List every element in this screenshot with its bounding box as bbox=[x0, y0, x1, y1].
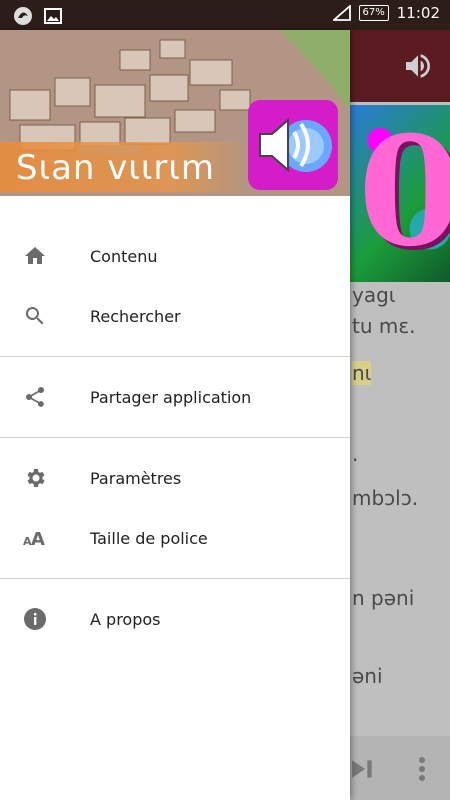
drawer-menu: Contenu Rechercher Partager application … bbox=[0, 226, 350, 649]
menu-item-parametres[interactable]: Paramètres bbox=[0, 448, 350, 508]
battery-indicator: 67% bbox=[358, 5, 389, 21]
info-icon bbox=[22, 606, 48, 632]
menu-item-label: Taille de police bbox=[90, 528, 208, 548]
background-bottom-bar bbox=[350, 736, 450, 800]
navigation-drawer: Sɩan vɩɩrɩm Contenu Rechercher Partager … bbox=[0, 30, 350, 800]
menu-item-taille-police[interactable]: A A Taille de police bbox=[0, 508, 350, 568]
speaker-icon[interactable] bbox=[402, 50, 434, 82]
menu-item-a-propos[interactable]: A propos bbox=[0, 589, 350, 649]
menu-divider bbox=[0, 578, 350, 579]
background-text-line: n pəni bbox=[352, 586, 415, 610]
menu-item-label: Paramètres bbox=[90, 468, 182, 488]
background-text-line: mbɔlɔ. bbox=[352, 486, 419, 510]
menu-item-partager[interactable]: Partager application bbox=[0, 367, 350, 427]
background-text-line: tu mɛ. bbox=[352, 314, 416, 338]
status-bar: 67% 11:02 bbox=[0, 0, 450, 30]
more-vert-icon[interactable] bbox=[418, 756, 426, 782]
background-text-line: nɩ bbox=[352, 361, 372, 385]
menu-divider bbox=[0, 437, 350, 438]
menu-item-label: Contenu bbox=[90, 246, 158, 266]
background-text-line: əni bbox=[352, 664, 383, 688]
drawer-header: Sɩan vɩɩrɩm bbox=[0, 30, 350, 196]
menu-divider bbox=[0, 356, 350, 357]
menu-item-rechercher[interactable]: Rechercher bbox=[0, 286, 350, 346]
menu-item-label: Partager application bbox=[90, 387, 252, 407]
search-icon bbox=[22, 303, 48, 329]
svg-text:A: A bbox=[31, 529, 45, 550]
highlighted-text: nɩ bbox=[352, 361, 372, 385]
app-title: Sɩan vɩɩrɩm bbox=[16, 148, 216, 188]
speaker-diamond-logo-icon bbox=[259, 117, 332, 173]
signal-icon bbox=[332, 5, 351, 21]
menu-item-label: A propos bbox=[90, 609, 161, 629]
background-text-line: . bbox=[352, 442, 359, 466]
background-text-line: yagɩ bbox=[352, 283, 396, 307]
number-zero-graphic: 0 bbox=[358, 104, 450, 280]
app-notification-icon bbox=[14, 7, 32, 25]
menu-item-label: Rechercher bbox=[90, 306, 181, 326]
gear-icon bbox=[22, 465, 48, 491]
skip-next-icon[interactable] bbox=[350, 758, 376, 780]
font-size-icon: A A bbox=[22, 525, 48, 551]
app-logo bbox=[248, 100, 338, 190]
background-illustration: 0 bbox=[350, 105, 450, 282]
menu-item-contenu[interactable]: Contenu bbox=[0, 226, 350, 286]
image-notification-icon bbox=[44, 8, 62, 24]
home-icon bbox=[22, 243, 48, 269]
share-icon bbox=[22, 384, 48, 410]
clock: 11:02 bbox=[396, 4, 440, 22]
